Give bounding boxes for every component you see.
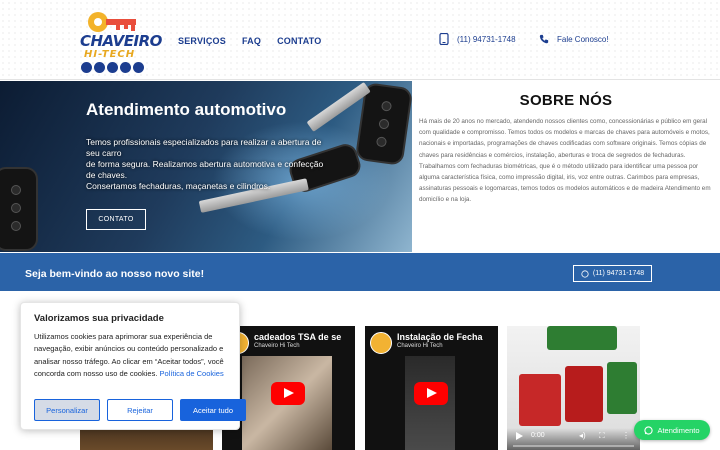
car-key-fob-image [0, 167, 38, 251]
more-options-icon[interactable]: ⋮ [622, 431, 630, 440]
cookie-text: Utilizamos cookies para aprimorar sua ex… [34, 332, 224, 379]
hero-description: Temos profissionais especializados para … [86, 137, 324, 191]
site-header: CHAVEIRO HI-TECH SERVIÇOS FAQ CONTATO (1… [0, 0, 720, 80]
video-channel: Chaveiro Hi Tech [254, 343, 300, 349]
key-icon [88, 12, 136, 32]
logo[interactable]: CHAVEIRO HI-TECH [80, 8, 162, 74]
header-phone[interactable]: (11) 94731-1748 [439, 33, 516, 45]
video-player-stamps[interactable]: 0:00 ◂) ⛶ ⋮ [507, 326, 640, 450]
whatsapp-phone-button[interactable]: (11) 94731-1748 [573, 265, 652, 282]
video-channel: Chaveiro Hi Tech [397, 343, 443, 349]
key-small-icon [133, 62, 144, 73]
stamp-image [547, 326, 617, 350]
house-icon [107, 62, 118, 73]
play-button-icon[interactable] [414, 382, 448, 405]
welcome-text: Seja bem-vindo ao nosso novo site! [25, 268, 205, 280]
hero-contact-button[interactable]: CONTATO [86, 209, 146, 230]
accept-all-button[interactable]: Aceitar tudo [180, 399, 246, 421]
header-contact-label: Fale Conosco! [557, 34, 609, 44]
phone-icon [539, 34, 549, 44]
nav-servicos[interactable]: SERVIÇOS [178, 36, 226, 46]
header-phone-number: (11) 94731-1748 [457, 34, 516, 44]
hero-title: Atendimento automotivo [86, 100, 287, 119]
cookie-consent-dialog: Valorizamos sua privacidade Utilizamos c… [20, 302, 246, 430]
logo-title: CHAVEIRO [80, 32, 162, 50]
volume-icon[interactable]: ◂) [579, 431, 586, 440]
reject-button[interactable]: Rejeitar [107, 399, 173, 421]
logo-subtitle: HI-TECH [84, 49, 136, 60]
video-embed-2[interactable]: cadeados TSA de se Chaveiro Hi Tech [222, 326, 355, 450]
about-text: Há mais de 20 anos no mercado, atendendo… [419, 118, 711, 204]
whatsapp-phone-label: (11) 94731-1748 [592, 270, 645, 277]
player-time: 0:00 [531, 432, 545, 439]
channel-avatar [370, 332, 392, 354]
nav-contato[interactable]: CONTATO [277, 36, 321, 46]
video-embed-3[interactable]: Instalação de Fecha Chaveiro Hi Tech [365, 326, 498, 450]
cookie-title: Valorizamos sua privacidade [34, 313, 164, 324]
logo-icons [81, 62, 144, 73]
play-button-icon[interactable] [271, 382, 305, 405]
customize-button[interactable]: Personalizar [34, 399, 100, 421]
whatsapp-float-label: Atendimento [657, 425, 700, 435]
about-title: SOBRE NÓS [519, 92, 613, 109]
cookie-policy-link[interactable]: Política de Cookies [160, 369, 224, 378]
hero-section: Atendimento automotivo Temos profissiona… [0, 81, 412, 252]
stamp-image [565, 366, 603, 422]
header-contact-link[interactable]: Fale Conosco! [539, 33, 609, 45]
video-title: Instalação de Fecha [397, 332, 483, 342]
fullscreen-icon[interactable]: ⛶ [599, 431, 605, 441]
stamp-image [607, 362, 637, 414]
smartphone-icon [439, 33, 449, 45]
car-icon [94, 62, 105, 73]
whatsapp-icon [581, 269, 589, 278]
stamp-image [519, 374, 561, 426]
main-nav: SERVIÇOS FAQ CONTATO [178, 36, 321, 46]
lock-icon [81, 62, 92, 73]
whatsapp-float-button[interactable]: Atendimento [634, 420, 710, 440]
shield-icon [120, 62, 131, 73]
nav-faq[interactable]: FAQ [242, 36, 261, 46]
about-section: SOBRE NÓS Há mais de 20 anos no mercado,… [412, 81, 720, 252]
play-icon[interactable] [516, 432, 523, 440]
video-title: cadeados TSA de se [254, 332, 342, 342]
whatsapp-icon [644, 425, 654, 435]
progress-bar[interactable] [513, 445, 634, 447]
welcome-banner: Seja bem-vindo ao nosso novo site! (11) … [0, 253, 720, 291]
